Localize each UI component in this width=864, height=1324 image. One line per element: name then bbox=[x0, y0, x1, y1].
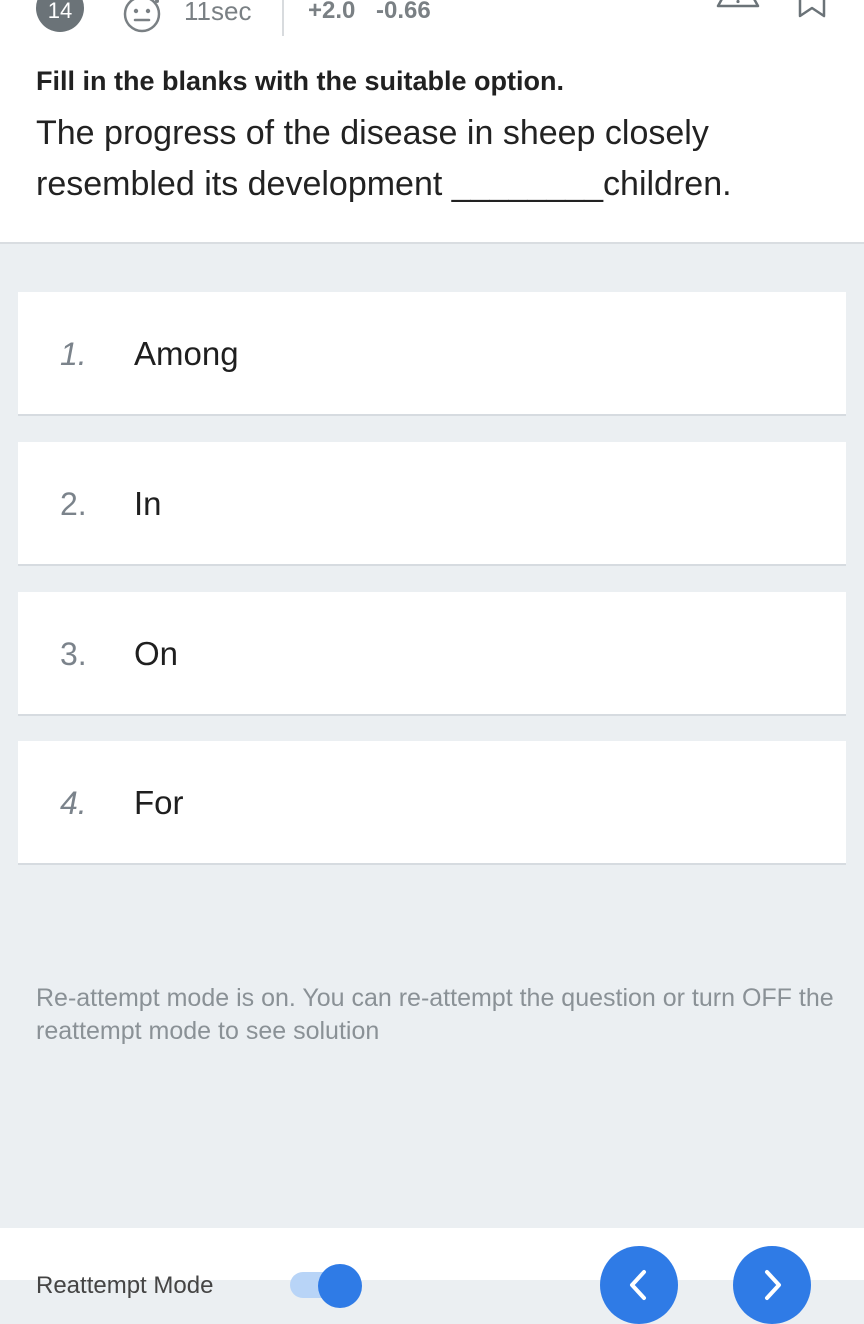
option-label: Among bbox=[134, 335, 239, 372]
reattempt-toggle-knob[interactable] bbox=[318, 1264, 362, 1308]
question-header: 14 11sec +2.0 -0.66 bbox=[0, 0, 864, 36]
question-number-badge: 14 bbox=[36, 0, 84, 32]
question-text: The progress of the disease in sheep clo… bbox=[36, 114, 732, 203]
header-divider bbox=[282, 0, 284, 36]
negative-marks: -0.66 bbox=[376, 0, 431, 24]
bookmark-icon[interactable] bbox=[796, 0, 828, 18]
next-question-button[interactable] bbox=[733, 1246, 811, 1324]
option-label: In bbox=[134, 485, 162, 522]
reattempt-notice: Re-attempt mode is on. You can re-attemp… bbox=[36, 984, 834, 1045]
previous-question-button[interactable] bbox=[600, 1246, 678, 1324]
option-label: For bbox=[134, 784, 184, 821]
option-1[interactable]: 1. Among bbox=[18, 292, 846, 416]
warning-icon[interactable] bbox=[716, 0, 760, 20]
option-2[interactable]: 2. In bbox=[18, 442, 846, 566]
positive-marks: +2.0 bbox=[308, 0, 356, 24]
bottom-bar: Reattempt Mode bbox=[0, 1228, 864, 1324]
option-number: 2. bbox=[60, 486, 87, 522]
option-number: 3. bbox=[60, 636, 87, 672]
question-instruction: Fill in the blanks with the suitable opt… bbox=[36, 66, 565, 96]
option-4[interactable]: 4. For bbox=[18, 741, 846, 865]
chevron-left-icon bbox=[630, 1270, 646, 1300]
option-label: On bbox=[134, 635, 179, 672]
question-panel: 14 11sec +2.0 -0.66 Fill in the blanks w… bbox=[0, 0, 864, 244]
option-number: 1. bbox=[60, 336, 87, 372]
option-3[interactable]: 3. On bbox=[18, 592, 846, 716]
reattempt-mode-label: Reattempt Mode bbox=[36, 1272, 214, 1299]
timer: 11sec bbox=[184, 0, 252, 26]
neutral-face-icon bbox=[123, 0, 161, 33]
option-number: 4. bbox=[60, 785, 87, 821]
chevron-right-icon bbox=[765, 1270, 781, 1300]
